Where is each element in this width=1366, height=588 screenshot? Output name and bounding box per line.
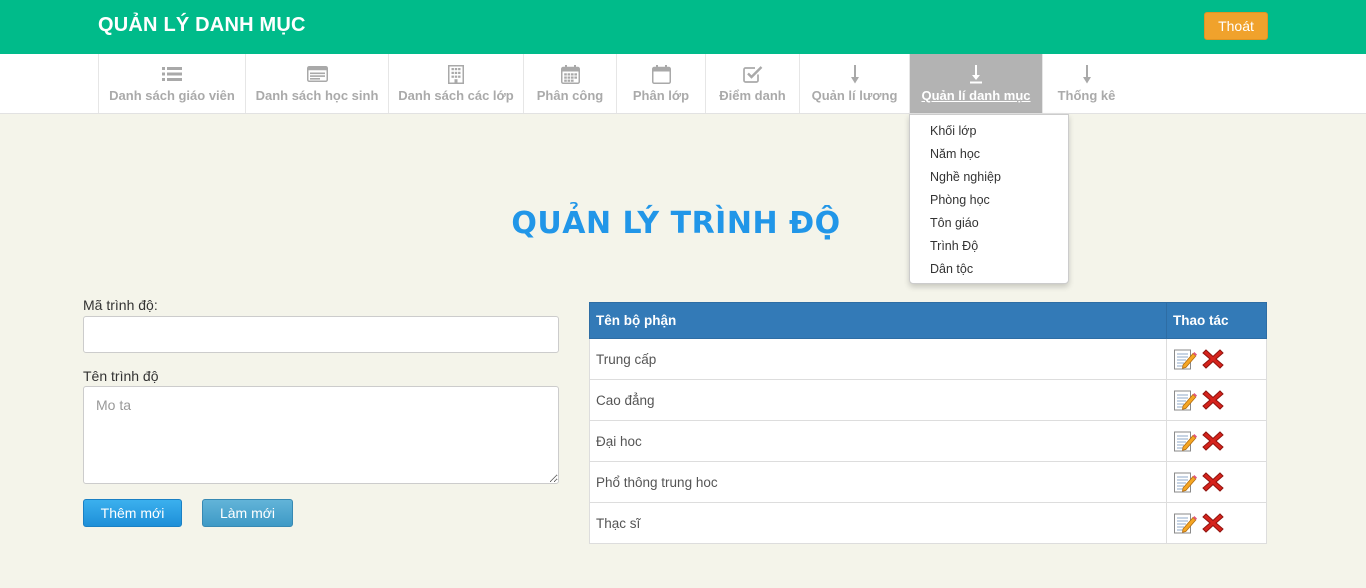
- nav-label: Phân lớp: [632, 88, 690, 103]
- row-name-cell: Đại hoc: [589, 420, 1167, 462]
- list-icon: [99, 64, 245, 84]
- building-icon: [389, 64, 523, 84]
- table-row: Phổ thông trung hoc: [589, 461, 1267, 503]
- nav-item-teachers[interactable]: Danh sách giáo viên: [98, 54, 245, 113]
- row-actions-cell: [1166, 338, 1267, 380]
- name-label: Tên trình độ: [83, 368, 159, 384]
- nav-label: Quản lí lương: [811, 88, 898, 103]
- column-header-actions: Thao tác: [1166, 302, 1267, 339]
- nav-label: Quản lí danh mục: [921, 88, 1031, 103]
- row-actions-cell: [1166, 461, 1267, 503]
- dropdown-item-school-year[interactable]: Năm học: [910, 145, 1068, 168]
- row-actions-cell: [1166, 502, 1267, 544]
- delete-icon[interactable]: [1201, 347, 1225, 371]
- edit-icon[interactable]: [1173, 429, 1197, 453]
- delete-icon[interactable]: [1201, 511, 1225, 535]
- nav-item-classes[interactable]: Danh sách các lớp: [388, 54, 523, 113]
- nav-label: Phân công: [536, 88, 604, 103]
- code-input[interactable]: [83, 316, 559, 353]
- download-icon: [910, 64, 1042, 84]
- nav-item-assignment[interactable]: Phân công: [523, 54, 616, 113]
- nav-item-categories[interactable]: Quản lí danh mục: [909, 54, 1042, 113]
- app-title: QUẢN LÝ DANH MỤC: [98, 14, 306, 36]
- table-row: Thạc sĩ: [589, 502, 1267, 544]
- add-button[interactable]: Thêm mới: [83, 499, 182, 527]
- delete-icon[interactable]: [1201, 470, 1225, 494]
- table-body: Trung cấp Cao đẳng Đại hoc Phổ thông tru…: [589, 338, 1267, 544]
- check-square-icon: [706, 64, 799, 84]
- nav-item-statistics[interactable]: Thống kê: [1042, 54, 1130, 113]
- calendar-blank-icon: [617, 64, 705, 84]
- nav-label: Điểm danh: [719, 88, 786, 103]
- logout-button[interactable]: Thoát: [1204, 12, 1268, 40]
- row-name-cell: Trung cấp: [589, 338, 1167, 380]
- row-actions-cell: [1166, 379, 1267, 421]
- nav-item-salary[interactable]: Quản lí lương: [799, 54, 909, 113]
- edit-icon[interactable]: [1173, 470, 1197, 494]
- dropdown-item-ethnicity[interactable]: Dân tộc: [910, 260, 1068, 283]
- code-label: Mã trình độ:: [83, 297, 158, 313]
- row-actions-cell: [1166, 420, 1267, 462]
- arrow-down-icon: [800, 64, 909, 84]
- id-card-icon: [246, 64, 388, 84]
- dropdown-item-occupation[interactable]: Nghề nghiệp: [910, 168, 1068, 191]
- nav-item-class-assignment[interactable]: Phân lớp: [616, 54, 705, 113]
- table-row: Trung cấp: [589, 338, 1267, 380]
- delete-icon[interactable]: [1201, 429, 1225, 453]
- edit-icon[interactable]: [1173, 388, 1197, 412]
- row-name-cell: Cao đẳng: [589, 379, 1167, 421]
- page-title: QUẢN LÝ TRÌNH ĐỘ: [511, 206, 841, 241]
- edit-icon[interactable]: [1173, 511, 1197, 535]
- delete-icon[interactable]: [1201, 388, 1225, 412]
- row-name-cell: Phổ thông trung hoc: [589, 461, 1167, 503]
- nav-label: Danh sách các lớp: [398, 88, 514, 103]
- dropdown-item-grade[interactable]: Khối lớp: [910, 122, 1068, 145]
- nav-label: Thống kê: [1057, 88, 1116, 103]
- edit-icon[interactable]: [1173, 347, 1197, 371]
- nav-label: Danh sách học sinh: [255, 88, 379, 103]
- top-header-bar: QUẢN LÝ DANH MỤC Thoát: [0, 0, 1366, 54]
- nav-item-students[interactable]: Danh sách học sinh: [245, 54, 388, 113]
- nav-item-attendance[interactable]: Điểm danh: [705, 54, 799, 113]
- education-level-table: Tên bộ phận Thao tác Trung cấp Cao đẳng: [589, 302, 1267, 544]
- calendar-icon: [524, 64, 616, 84]
- arrow-down-icon: [1043, 64, 1130, 84]
- column-header-name: Tên bộ phận: [589, 302, 1167, 339]
- main-nav: Danh sách giáo viên Danh sách học sinh D…: [0, 54, 1366, 114]
- name-textarea[interactable]: [83, 386, 559, 484]
- nav-label: Danh sách giáo viên: [109, 88, 235, 103]
- table-row: Đại hoc: [589, 420, 1267, 462]
- reset-button[interactable]: Làm mới: [202, 499, 293, 527]
- row-name-cell: Thạc sĩ: [589, 502, 1167, 544]
- category-dropdown-menu: Khối lớp Năm học Nghề nghiệp Phòng học T…: [909, 114, 1069, 284]
- table-row: Cao đẳng: [589, 379, 1267, 421]
- table-header-row: Tên bộ phận Thao tác: [589, 302, 1267, 339]
